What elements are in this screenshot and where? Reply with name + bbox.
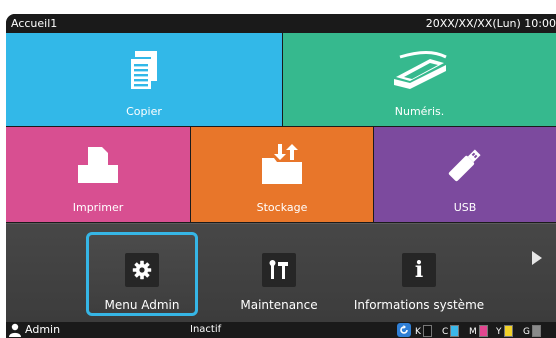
storage-tile[interactable]: Stockage: [191, 127, 373, 222]
ink-letter: Y: [496, 327, 502, 337]
ink-bar: [503, 325, 513, 337]
status-bar: Admin Inactif K C M Y G: [6, 322, 556, 338]
tools-icon: [262, 253, 296, 287]
ink-letter: M: [469, 327, 477, 337]
folder-transfer-icon: [260, 137, 304, 193]
admin-menu-button[interactable]: Menu Admin: [86, 232, 200, 316]
user-icon: [9, 323, 21, 337]
ink-fill: [504, 326, 512, 336]
title-bar: Accueil1 20XX/XX/XX(Lun) 10:00: [6, 14, 556, 33]
print-tile[interactable]: Imprimer: [6, 127, 190, 222]
ink-level-m: M: [469, 325, 488, 337]
storage-label: Stockage: [256, 201, 308, 214]
ink-fill: [479, 326, 487, 336]
page-title: Accueil1: [11, 17, 58, 30]
ink-letter: K: [415, 327, 421, 337]
scan-tile[interactable]: Numéris.: [283, 33, 556, 126]
ink-level-c: C: [442, 325, 460, 337]
copy-tile[interactable]: Copier: [6, 33, 282, 126]
ink-bar: [531, 325, 541, 337]
printer-icon: [76, 137, 120, 193]
home-screen: Accueil1 20XX/XX/XX(Lun) 10:00 Copier Nu…: [6, 14, 556, 338]
ink-level-g: G: [523, 325, 541, 337]
usb-tile[interactable]: USB: [374, 127, 556, 222]
copy-label: Copier: [126, 105, 162, 118]
user-name: Admin: [25, 323, 61, 336]
scanner-icon: [390, 43, 450, 99]
ink-bar: [422, 325, 432, 337]
ink-bar: [450, 325, 460, 337]
ink-fill: [532, 326, 540, 336]
system-info-label: Informations système: [353, 298, 485, 312]
admin-menu-label: Menu Admin: [104, 298, 180, 312]
info-icon: i: [402, 253, 436, 287]
refresh-icon[interactable]: [397, 323, 411, 337]
ink-level-y: Y: [496, 325, 513, 337]
ink-level-k: K: [415, 325, 432, 337]
system-info-button[interactable]: i Informations système: [350, 232, 488, 312]
usb-drive-icon: [445, 137, 485, 193]
ink-bar: [478, 325, 488, 337]
ink-letter: G: [523, 327, 530, 337]
gear-icon: [125, 253, 159, 287]
print-label: Imprimer: [72, 201, 124, 214]
next-page-arrow-icon[interactable]: [532, 251, 542, 265]
document-icon: [129, 43, 159, 99]
user-indicator[interactable]: Admin: [8, 322, 60, 338]
date-time: 20XX/XX/XX(Lun) 10:00: [425, 17, 556, 30]
selection-frame: Menu Admin: [86, 232, 198, 316]
maintenance-button[interactable]: Maintenance: [224, 232, 334, 312]
ink-fill: [451, 326, 459, 336]
maintenance-label: Maintenance: [240, 298, 318, 312]
ink-letter: C: [442, 327, 449, 337]
machine-state: Inactif: [190, 324, 222, 335]
scan-label: Numéris.: [394, 105, 445, 118]
usb-label: USB: [453, 201, 477, 214]
